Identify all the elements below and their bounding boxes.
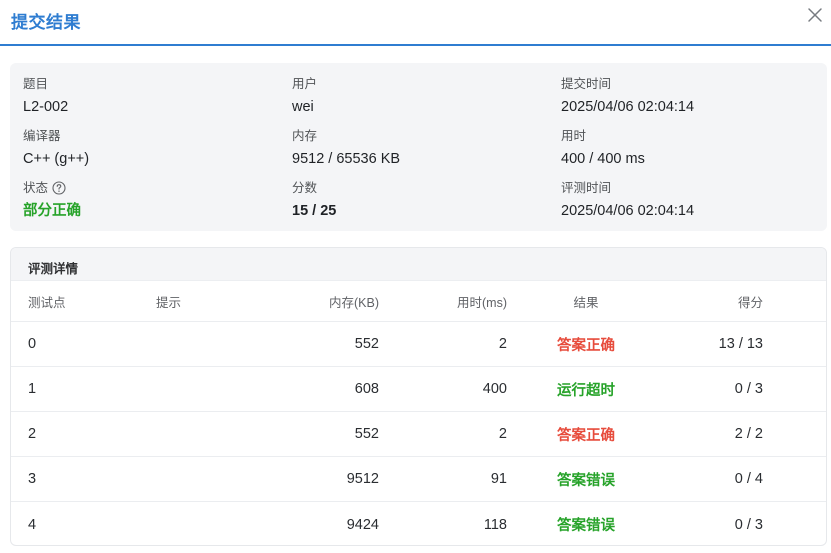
compiler-label: 编译器 bbox=[23, 129, 61, 143]
close-button[interactable] bbox=[807, 7, 823, 23]
testcase-time: 2 bbox=[498, 336, 507, 352]
table-row: 1 608 400 运行超时 0 / 3 bbox=[11, 367, 826, 412]
testcase-score: 13 / 13 bbox=[718, 336, 763, 352]
judge-time-field: 评测时间 2025/04/06 02:04:14 bbox=[561, 180, 821, 220]
table-row: 3 9512 91 答案错误 0 / 4 bbox=[11, 457, 826, 502]
column-header-testcase: 测试点 bbox=[28, 296, 66, 310]
testcase-score: 2 / 2 bbox=[734, 426, 763, 442]
testcase-memory: 552 bbox=[354, 426, 379, 442]
testcase-id: 2 bbox=[28, 426, 37, 442]
table-header: 测试点 提示 内存(KB) 用时(ms) 结果 得分 bbox=[11, 282, 826, 322]
status-label: 状态 bbox=[23, 181, 49, 195]
judge-detail-panel: 评测详情 测试点 提示 内存(KB) 用时(ms) 结果 得分 0 552 2 … bbox=[10, 247, 827, 546]
testcase-time: 118 bbox=[483, 516, 507, 533]
testcase-time: 400 bbox=[482, 381, 507, 397]
testcase-result: 答案正确 bbox=[557, 427, 615, 444]
testcase-id: 0 bbox=[28, 336, 37, 352]
testcase-result: 运行超时 bbox=[557, 382, 615, 399]
testcase-memory: 552 bbox=[354, 336, 379, 352]
testcase-memory: 608 bbox=[354, 381, 379, 397]
close-icon bbox=[808, 8, 822, 22]
column-header-memory: 内存(KB) bbox=[328, 296, 379, 310]
score-label: 分数 bbox=[292, 181, 318, 195]
testcase-id: 1 bbox=[28, 381, 37, 397]
submit-time-label: 提交时间 bbox=[561, 77, 612, 91]
memory-field: 内存 9512 / 65536 KB bbox=[292, 128, 552, 168]
status-value: 部分正确 bbox=[23, 203, 81, 219]
memory-label: 内存 bbox=[292, 129, 318, 143]
testcase-time: 2 bbox=[498, 426, 507, 442]
compiler-value: C++ (g++) bbox=[23, 151, 90, 167]
testcase-score: 0 / 4 bbox=[734, 471, 763, 487]
memory-value: 9512 / 65536 KB bbox=[292, 151, 401, 167]
table-row: 4 9424 118 答案错误 0 / 3 bbox=[11, 502, 826, 545]
user-field: 用户 wei bbox=[292, 76, 552, 116]
judge-detail-header: 评测详情 bbox=[11, 248, 826, 281]
table-row: 2 552 2 答案正确 2 / 2 bbox=[11, 412, 826, 457]
testcase-id: 3 bbox=[28, 471, 37, 487]
dialog-title: 提交结果 bbox=[11, 13, 81, 32]
table-row: 0 552 2 答案正确 13 / 13 bbox=[11, 322, 826, 367]
testcase-id: 4 bbox=[28, 516, 37, 533]
column-header-score: 得分 bbox=[737, 296, 763, 310]
column-header-result: 结果 bbox=[573, 296, 599, 310]
compiler-field: 编译器 C++ (g++) bbox=[23, 128, 283, 168]
score-value: 15 / 25 bbox=[292, 203, 337, 219]
testcase-result: 答案正确 bbox=[557, 337, 615, 354]
testcase-score: 0 / 3 bbox=[734, 516, 763, 533]
time-label: 用时 bbox=[561, 129, 587, 143]
user-label: 用户 bbox=[292, 77, 318, 91]
submit-time-field: 提交时间 2025/04/06 02:04:14 bbox=[561, 76, 821, 116]
judge-detail-title: 评测详情 bbox=[28, 262, 79, 276]
testcase-result: 答案错误 bbox=[557, 518, 615, 534]
column-header-time: 用时(ms) bbox=[457, 296, 507, 310]
status-field: 状态 部分正确 bbox=[23, 180, 283, 220]
user-value: wei bbox=[292, 99, 314, 115]
testcase-result: 答案错误 bbox=[557, 472, 615, 489]
testcase-memory: 9512 bbox=[346, 471, 379, 487]
score-field: 分数 15 / 25 bbox=[292, 180, 552, 220]
time-value: 400 / 400 ms bbox=[561, 151, 645, 167]
judge-time-label: 评测时间 bbox=[561, 181, 612, 195]
testcase-score: 0 / 3 bbox=[734, 381, 763, 397]
testcase-time: 91 bbox=[490, 471, 507, 487]
testcase-memory: 9424 bbox=[346, 516, 379, 533]
question-circle-icon[interactable] bbox=[52, 181, 66, 195]
time-field: 用时 400 / 400 ms bbox=[561, 128, 821, 168]
problem-field: 题目 L2-002 bbox=[23, 76, 283, 116]
column-header-hint: 提示 bbox=[156, 296, 182, 310]
dialog-header: 提交结果 bbox=[0, 0, 831, 46]
problem-label: 题目 bbox=[23, 77, 49, 91]
submission-info-panel: 题目 L2-002 用户 wei 提交时间 2025/04/06 02:04:1… bbox=[10, 63, 827, 231]
judge-time-value: 2025/04/06 02:04:14 bbox=[561, 203, 695, 219]
problem-value: L2-002 bbox=[23, 99, 69, 115]
submit-time-value: 2025/04/06 02:04:14 bbox=[561, 99, 695, 115]
